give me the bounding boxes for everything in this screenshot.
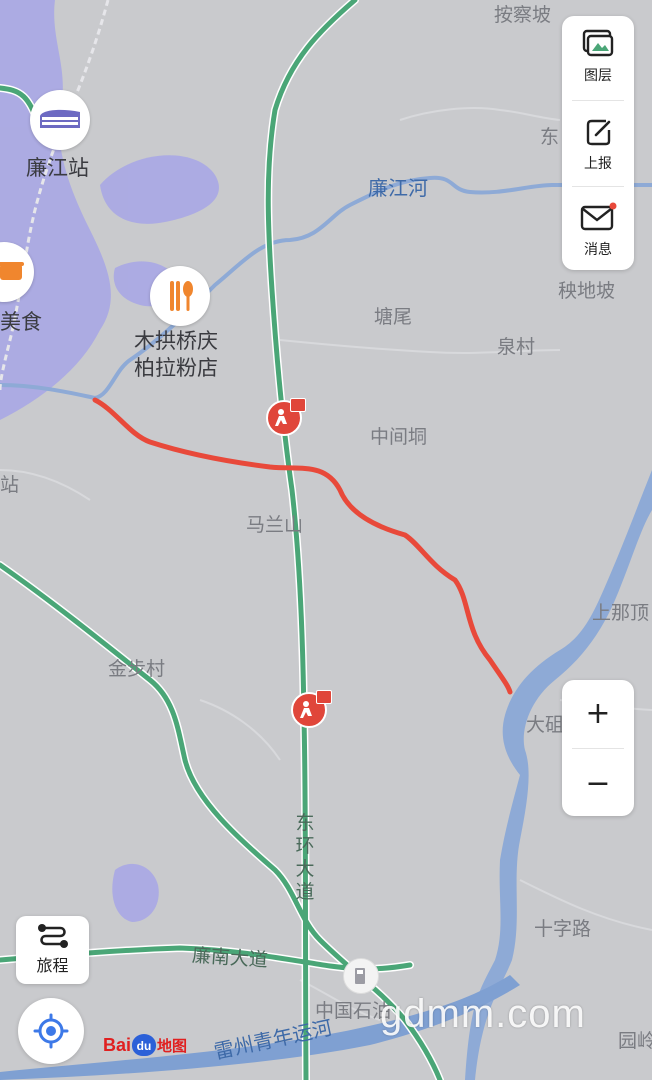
layers-button[interactable]: 图层 — [562, 28, 634, 100]
roadwork-badge — [290, 398, 306, 412]
watermark: gdmm.com — [380, 992, 586, 1036]
train-icon — [40, 109, 80, 128]
place-label: 泉村 — [497, 336, 536, 358]
messages-label: 消息 — [584, 242, 612, 258]
trip-button[interactable]: 旅程 — [16, 916, 89, 984]
trip-label: 旅程 — [36, 956, 69, 975]
divider — [572, 100, 624, 101]
place-label: 金步村 — [108, 658, 166, 680]
map-tools-panel: 图层 上报 消息 — [562, 16, 634, 270]
messages-button[interactable]: 消息 — [562, 202, 634, 274]
food-marker[interactable] — [0, 242, 34, 302]
restaurant-marker[interactable] — [150, 266, 210, 326]
mail-icon — [580, 202, 617, 231]
food-pot-icon — [0, 262, 24, 280]
road-label-liannan: 廉南大道 — [191, 944, 269, 972]
place-label: 园岭 — [618, 1030, 652, 1052]
river-label: 廉江河 — [368, 176, 428, 200]
logo-paw: du — [132, 1034, 157, 1056]
layers-icon — [582, 29, 614, 57]
road-label-donghuan: 东环大道 — [295, 812, 315, 903]
place-label: 上那顶 — [592, 602, 650, 624]
report-label: 上报 — [584, 156, 612, 172]
report-button[interactable]: 上报 — [562, 116, 634, 188]
zoom-controls: + − — [562, 680, 634, 816]
baidu-logo: Bai du 地图 — [103, 1034, 187, 1056]
place-label: 东 — [540, 126, 560, 148]
zoom-in-button[interactable]: + — [562, 680, 634, 746]
logo-map: 地图 — [157, 1037, 188, 1055]
divider — [572, 748, 624, 749]
place-label: 美食 — [0, 310, 42, 334]
locate-button[interactable] — [18, 998, 84, 1064]
place-label: 按察坡 — [494, 4, 552, 26]
zoom-out-button[interactable]: − — [562, 750, 634, 816]
gas-station-marker[interactable] — [343, 958, 379, 994]
place-label: 廉江站 — [26, 156, 89, 180]
locate-icon — [33, 1013, 69, 1049]
logo-bai: Bai — [103, 1034, 132, 1055]
edit-icon — [586, 119, 611, 146]
place-label: 中间垌 — [370, 426, 428, 448]
place-label: 大砠 — [526, 714, 565, 736]
place-label: 十字路 — [534, 918, 592, 940]
place-label: 马兰山 — [246, 514, 304, 536]
place-label: 木拱桥庆 柏拉粉店 — [134, 329, 218, 380]
train-station-marker[interactable] — [30, 90, 90, 150]
layers-label: 图层 — [584, 68, 612, 84]
gas-station-icon — [355, 968, 365, 984]
route-icon — [37, 924, 68, 948]
place-label: 站 — [0, 474, 20, 496]
roadwork-badge — [316, 690, 332, 704]
utensils-icon — [170, 281, 193, 311]
divider — [572, 186, 624, 187]
place-label: 塘尾 — [374, 306, 413, 328]
place-label: 秧地坡 — [558, 280, 616, 302]
